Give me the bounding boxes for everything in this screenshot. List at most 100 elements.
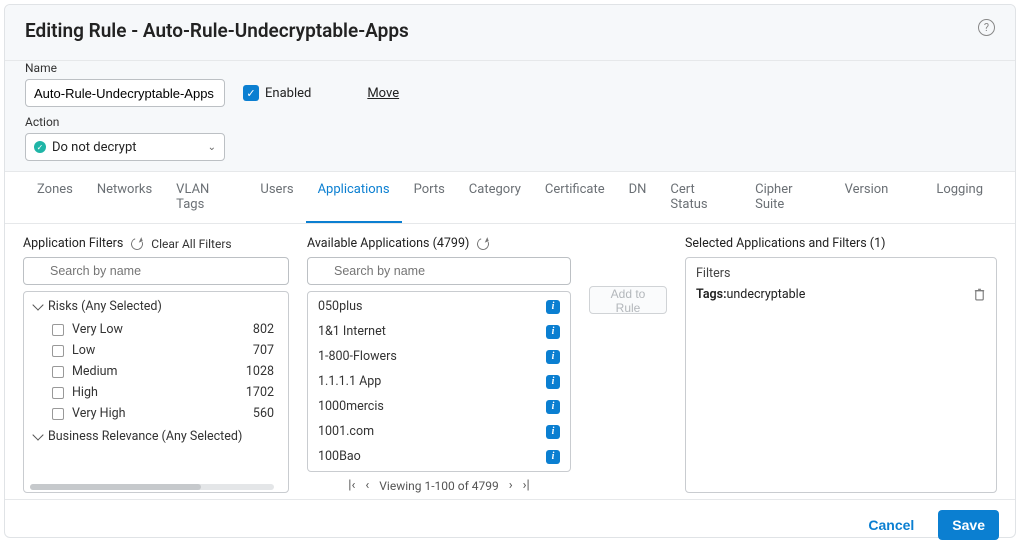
app-item[interactable]: 1001.com i — [308, 419, 570, 444]
move-link[interactable]: Move — [367, 79, 399, 107]
checkbox[interactable] — [52, 366, 64, 378]
tab-applications[interactable]: Applications — [306, 172, 402, 223]
filter-item[interactable]: Very High 560 — [24, 403, 288, 424]
info-icon[interactable]: i — [546, 300, 560, 314]
filter-count: 1702 — [246, 385, 278, 400]
selected-panel[interactable]: Filters Tags:undecryptable — [685, 257, 997, 493]
app-item[interactable]: 050plus i — [308, 294, 570, 319]
info-icon[interactable]: i — [546, 425, 560, 439]
filter-item[interactable]: Medium 1028 — [24, 361, 288, 382]
tab-category[interactable]: Category — [457, 172, 533, 223]
app-label: 1000mercis — [318, 399, 384, 414]
action-value: Do not decrypt — [52, 140, 208, 155]
tab-zones[interactable]: Zones — [25, 172, 85, 223]
available-search-input[interactable] — [307, 257, 571, 285]
rule-form: Name ✓ Enabled Move Action ✓ Do not decr… — [5, 61, 1015, 172]
app-label: 050plus — [318, 299, 362, 314]
pager-next[interactable]: › — [509, 478, 513, 493]
selected-tag-key: Tags: — [696, 287, 726, 302]
clear-all-filters[interactable]: Clear All Filters — [151, 237, 231, 251]
tab-logging[interactable]: Logging — [924, 172, 995, 223]
selected-title: Selected Applications and Filters (1) — [685, 236, 885, 251]
refresh-icon[interactable] — [475, 236, 491, 252]
selected-tag-val: undecryptable — [726, 287, 805, 302]
tab-version[interactable]: Version — [833, 172, 901, 223]
pager-text: Viewing 1-100 of 4799 — [379, 479, 498, 493]
dont-decrypt-icon: ✓ — [34, 141, 46, 153]
content-area: Application Filters Clear All Filters Ri… — [5, 224, 1015, 499]
filter-count: 560 — [253, 406, 278, 421]
filters-panel[interactable]: Risks (Any Selected) Very Low802 Low707 … — [23, 291, 289, 493]
app-label: 1&1 Internet — [318, 324, 386, 339]
tab-bar: Zones Networks VLAN Tags Users Applicati… — [5, 172, 1015, 224]
cancel-button[interactable]: Cancel — [856, 511, 926, 539]
filter-count: 1028 — [246, 364, 278, 379]
action-label: Action — [25, 115, 995, 129]
action-select[interactable]: ✓ Do not decrypt ⌄ — [25, 133, 225, 161]
tab-cert-status[interactable]: Cert Status — [658, 172, 743, 223]
info-icon[interactable]: i — [546, 400, 560, 414]
chevron-down-icon: ⌄ — [208, 142, 216, 153]
page-title: Editing Rule - Auto-Rule-Undecryptable-A… — [25, 19, 409, 42]
tab-networks[interactable]: Networks — [85, 172, 164, 223]
filter-count: 802 — [253, 322, 278, 337]
filter-label: Very Low — [72, 322, 123, 337]
selected-filters-heading: Filters — [686, 260, 996, 284]
pager-first[interactable]: |‹ — [348, 478, 355, 493]
filter-group-business-relevance[interactable]: Business Relevance (Any Selected) — [24, 424, 288, 449]
app-item[interactable]: 1-800-Flowers i — [308, 344, 570, 369]
enabled-checkbox[interactable]: ✓ — [243, 85, 259, 101]
footer: Cancel Save — [5, 499, 1015, 550]
trash-icon[interactable] — [973, 287, 986, 302]
tab-certificate[interactable]: Certificate — [533, 172, 617, 223]
filters-search-input[interactable] — [23, 257, 289, 285]
name-label: Name — [25, 61, 225, 75]
refresh-icon[interactable] — [129, 236, 145, 252]
app-label: 1.1.1.1 App — [318, 374, 381, 389]
save-button[interactable]: Save — [938, 510, 999, 540]
app-label: 1001.com — [318, 424, 374, 439]
chevron-down-icon — [32, 299, 43, 310]
tab-users[interactable]: Users — [248, 172, 305, 223]
selected-filter-item[interactable]: Tags:undecryptable — [686, 284, 996, 305]
app-label: 100Bao — [318, 449, 361, 464]
chevron-down-icon — [32, 429, 43, 440]
rule-name-input[interactable] — [25, 79, 225, 107]
checkbox[interactable] — [52, 345, 64, 357]
app-item[interactable]: 100Bao i — [308, 444, 570, 469]
tab-ports[interactable]: Ports — [402, 172, 457, 223]
filter-label: Medium — [72, 364, 117, 379]
filter-group-title: Business Relevance (Any Selected) — [48, 429, 242, 444]
info-icon[interactable]: i — [546, 375, 560, 389]
pager-last[interactable]: ›| — [523, 478, 530, 493]
filter-item[interactable]: Low707 — [24, 340, 288, 361]
tab-cipher-suite[interactable]: Cipher Suite — [743, 172, 832, 223]
app-item[interactable]: 1.1.1.1 App i — [308, 369, 570, 394]
checkbox[interactable] — [52, 324, 64, 336]
app-label: 1-800-Flowers — [318, 349, 397, 364]
info-icon[interactable]: i — [546, 325, 560, 339]
add-to-rule-button[interactable]: Add to Rule — [589, 286, 667, 314]
pager-prev[interactable]: ‹ — [365, 478, 369, 493]
filter-group-risks[interactable]: Risks (Any Selected) — [24, 294, 288, 319]
tab-dn[interactable]: DN — [617, 172, 659, 223]
tab-vlan-tags[interactable]: VLAN Tags — [164, 172, 248, 223]
filter-group-title: Risks (Any Selected) — [48, 299, 162, 314]
filter-label: High — [72, 385, 98, 400]
app-item[interactable]: 1000mercis i — [308, 394, 570, 419]
pager: |‹ ‹ Viewing 1-100 of 4799 › ›| — [307, 472, 571, 493]
filter-count: 707 — [253, 343, 278, 358]
app-item[interactable]: 1&1 Internet i — [308, 319, 570, 344]
horizontal-scrollbar[interactable] — [30, 484, 274, 490]
enabled-label: Enabled — [265, 86, 311, 101]
filter-item[interactable]: Very Low 802 — [24, 319, 288, 340]
filter-label: Very High — [72, 406, 126, 421]
info-icon[interactable]: i — [546, 350, 560, 364]
filter-item[interactable]: High 1702 — [24, 382, 288, 403]
info-icon[interactable]: i — [546, 450, 560, 464]
checkbox[interactable] — [52, 387, 64, 399]
available-panel[interactable]: 050plus i 1&1 Internet i 1-800-Flowers i 1.… — [307, 291, 571, 472]
tab-spacer — [900, 172, 924, 223]
checkbox[interactable] — [52, 408, 64, 420]
help-icon[interactable]: ? — [978, 19, 995, 36]
